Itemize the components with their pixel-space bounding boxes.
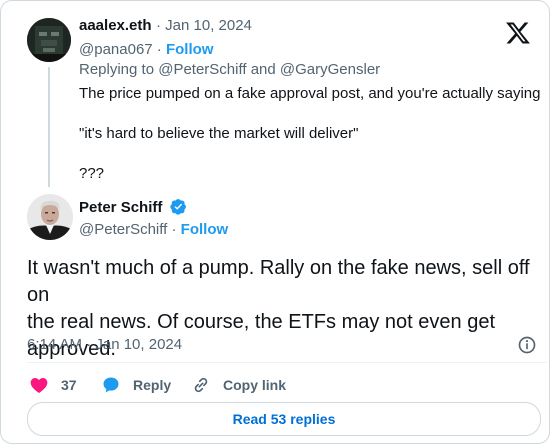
info-icon[interactable] — [517, 335, 537, 355]
like-button[interactable]: 37 — [29, 375, 77, 395]
tweet-author-row: Peter Schiff — [79, 198, 187, 217]
like-count: 37 — [61, 377, 77, 393]
tweet-handle-row: @PeterSchiff · Follow — [79, 221, 228, 239]
tweet-embed-card: aaalex.eth · Jan 10, 2024 @pana067 · Fol… — [0, 0, 550, 444]
replying-to-text[interactable]: Replying to @PeterSchiff and @GaryGensle… — [79, 61, 380, 78]
reply-text-line-3: ??? — [79, 165, 105, 182]
reply-button[interactable]: Reply — [101, 375, 171, 395]
reply-author-row: aaalex.eth · Jan 10, 2024 — [79, 17, 252, 35]
reply-text-line-2: "it's hard to believe the market will de… — [79, 125, 359, 142]
reply-author-name[interactable]: aaalex.eth — [79, 17, 152, 34]
reply-follow-button[interactable]: Follow — [166, 41, 214, 58]
reply-date[interactable]: · Jan 10, 2024 — [156, 17, 252, 34]
reply-handle[interactable]: @pana067 — [79, 41, 153, 58]
read-replies-button[interactable]: Read 53 replies — [27, 402, 541, 436]
tweet-follow-sep: · — [167, 221, 181, 238]
copy-link-label: Copy link — [223, 377, 287, 393]
tweet-timestamp[interactable]: 6:14 AM · Jan 10, 2024 — [27, 336, 182, 353]
reply-bubble-icon — [103, 377, 119, 393]
divider — [27, 362, 547, 363]
verified-badge-icon — [170, 199, 186, 215]
tweet-author-name[interactable]: Peter Schiff — [79, 199, 162, 216]
tweet-handle[interactable]: @PeterSchiff — [79, 221, 167, 238]
avatar-peter-schiff[interactable] — [27, 194, 73, 240]
heart-icon — [30, 378, 48, 393]
copy-link-button[interactable]: Copy link — [191, 375, 286, 395]
tweet-body-line-1: It wasn't much of a pump. Rally on the f… — [27, 257, 530, 306]
avatar-aaalex[interactable] — [27, 18, 71, 62]
reply-label: Reply — [133, 377, 172, 393]
thread-connector-line — [48, 67, 50, 187]
reply-handle-row: @pana067 · Follow — [79, 41, 213, 59]
link-icon — [194, 377, 208, 393]
x-logo-icon[interactable] — [505, 20, 531, 46]
tweet-body-line-2: the real news. Of course, the ETFs may n… — [27, 311, 495, 333]
tweet-follow-button[interactable]: Follow — [181, 221, 229, 238]
reply-follow-sep: · — [152, 41, 166, 58]
reply-text-line-1: The price pumped on a fake approval post… — [79, 85, 541, 102]
